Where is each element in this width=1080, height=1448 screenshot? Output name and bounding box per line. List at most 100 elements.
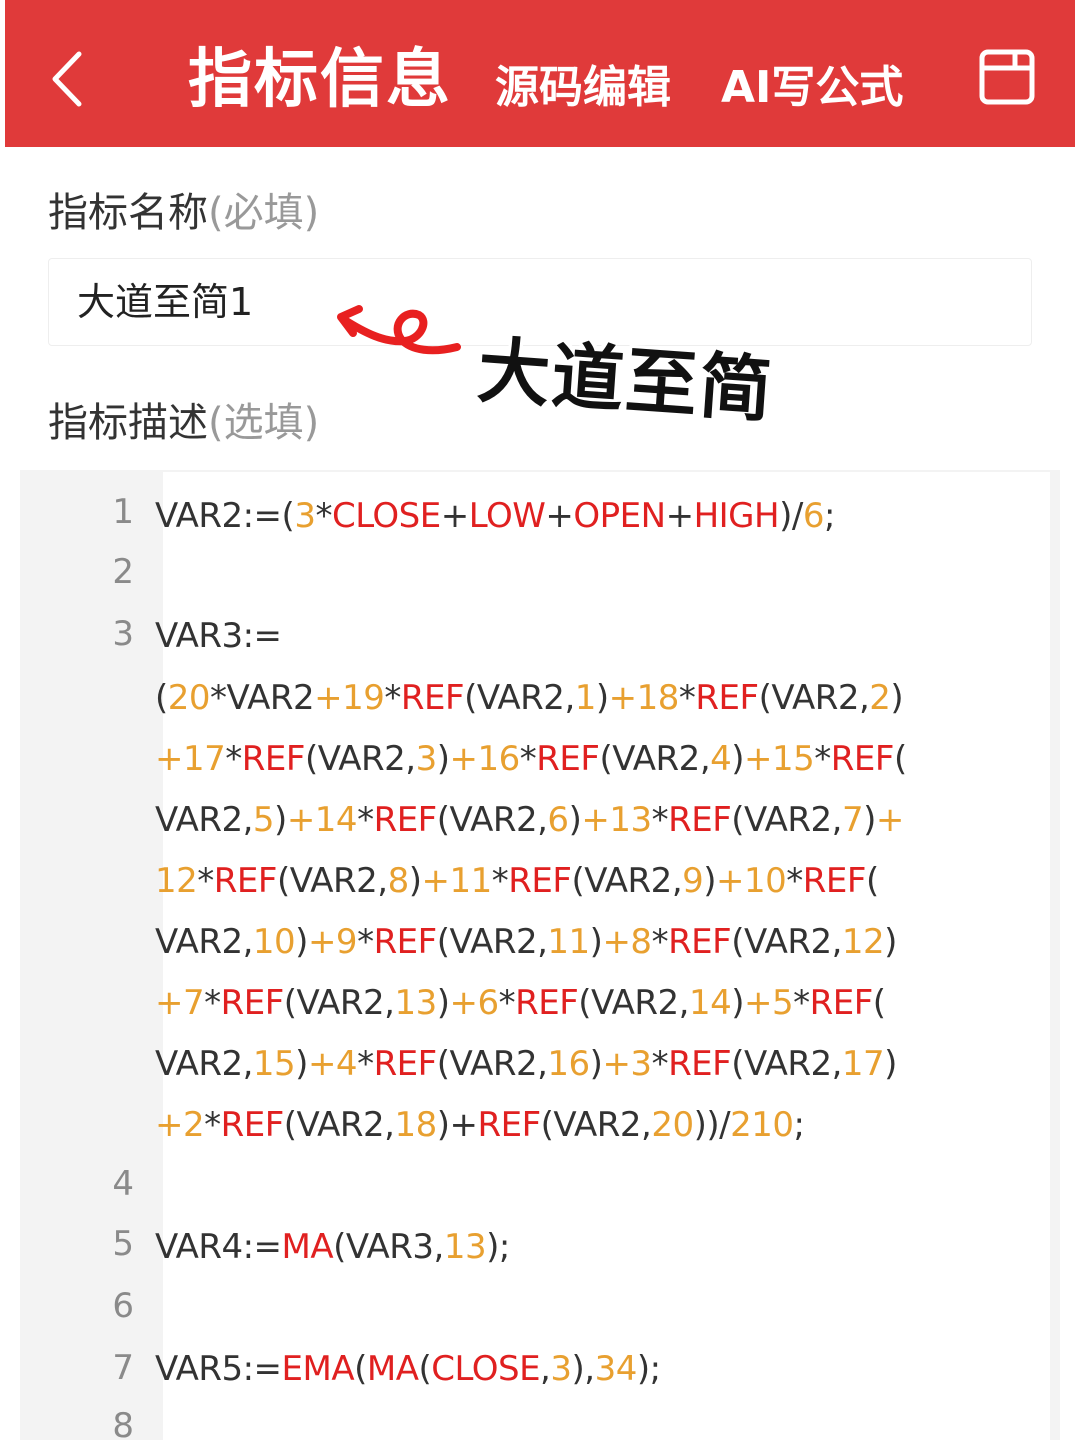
code-token: 34 bbox=[594, 1349, 638, 1389]
code-token: +10 bbox=[716, 861, 787, 901]
code-token: * bbox=[678, 678, 696, 718]
code-token: (VAR2, bbox=[436, 1044, 548, 1084]
back-button[interactable] bbox=[45, 48, 95, 110]
code-token: * bbox=[357, 1044, 374, 1084]
code-line: VAR2,5)+14*REF(VAR2,6)+13*REF(VAR2,7)+ bbox=[155, 798, 904, 842]
code-token: ( bbox=[354, 1349, 367, 1389]
code-token: +5 bbox=[744, 983, 794, 1023]
code-token: 6 bbox=[547, 800, 569, 840]
code-token: REF bbox=[809, 983, 874, 1023]
code-token: +11 bbox=[421, 861, 493, 901]
code-token: (VAR2, bbox=[436, 800, 548, 840]
code-token: +6 bbox=[449, 983, 500, 1023]
code-token: REF bbox=[373, 922, 438, 962]
tab-source-edit[interactable]: 源码编辑 bbox=[495, 58, 671, 118]
code-token: +3 bbox=[602, 1044, 652, 1084]
code-token: )+ bbox=[436, 1105, 478, 1145]
code-token: 18 bbox=[394, 1105, 437, 1145]
code-token: ) bbox=[731, 739, 745, 779]
code-token: VAR4:= bbox=[155, 1227, 282, 1267]
code-token: 13 bbox=[394, 983, 437, 1023]
code-line: +2*REF(VAR2,18)+REF(VAR2,20))/210; bbox=[155, 1103, 805, 1147]
code-token: +2 bbox=[155, 1105, 205, 1145]
code-token: +4 bbox=[307, 1044, 358, 1084]
code-token: ( bbox=[865, 861, 879, 901]
code-token: ) bbox=[731, 983, 744, 1023]
desc-label: 指标描述(选填) bbox=[48, 396, 319, 450]
code-token: 20 bbox=[651, 1105, 694, 1145]
code-token: REF bbox=[373, 800, 438, 840]
chevron-left-icon bbox=[52, 51, 82, 107]
tab-ai-formula[interactable]: AI写公式 bbox=[721, 58, 903, 118]
code-token: 2 bbox=[869, 678, 891, 718]
code-line: +7*REF(VAR2,13)+6*REF(VAR2,14)+5*REF( bbox=[155, 981, 886, 1025]
code-token: MA bbox=[366, 1349, 419, 1389]
code-token: REF bbox=[373, 1044, 438, 1084]
code-token: * bbox=[357, 922, 374, 962]
code-token: +7 bbox=[155, 983, 205, 1023]
code-line: VAR3:= bbox=[155, 614, 282, 658]
code-token: VAR2, bbox=[155, 800, 253, 840]
code-token: REF bbox=[830, 739, 895, 779]
code-token: * bbox=[651, 1044, 669, 1084]
code-token: ); bbox=[636, 1349, 661, 1389]
code-token: (VAR3, bbox=[333, 1227, 444, 1267]
code-token: * bbox=[651, 922, 669, 962]
code-token: (VAR2, bbox=[731, 1044, 842, 1084]
code-token: 11 bbox=[547, 922, 590, 962]
code-token: ; bbox=[823, 496, 835, 536]
code-token: ) bbox=[595, 678, 609, 718]
code-token: +14 bbox=[286, 800, 358, 840]
code-token: MA bbox=[281, 1227, 334, 1267]
code-line: VAR2:=(3*CLOSE+LOW+OPEN+HIGH)/6; bbox=[155, 494, 835, 538]
code-token: * bbox=[498, 983, 516, 1023]
code-token: * bbox=[491, 861, 509, 901]
code-token: 5 bbox=[252, 800, 275, 840]
code-token: LOW bbox=[468, 496, 546, 536]
code-token: REF bbox=[515, 983, 579, 1023]
code-token: REF bbox=[695, 678, 759, 718]
code-token: REF bbox=[536, 739, 600, 779]
code-token: 3 bbox=[550, 1349, 572, 1389]
code-line: 12*REF(VAR2,8)+11*REF(VAR2,9)+10*REF( bbox=[155, 859, 879, 903]
code-token: 13 bbox=[443, 1227, 487, 1267]
save-button[interactable] bbox=[977, 46, 1039, 108]
code-token: ) bbox=[274, 800, 287, 840]
code-line: VAR2,10)+9*REF(VAR2,11)+8*REF(VAR2,12) bbox=[155, 920, 897, 964]
code-token: * bbox=[357, 800, 374, 840]
code-token: (VAR2, bbox=[304, 739, 416, 779]
code-token: 15 bbox=[252, 1044, 296, 1084]
code-token: 14 bbox=[688, 983, 732, 1023]
code-token: EMA bbox=[281, 1349, 355, 1389]
code-token: 6 bbox=[802, 496, 825, 536]
code-token: ); bbox=[486, 1227, 510, 1267]
code-token: +13 bbox=[581, 800, 652, 840]
code-token: REF bbox=[220, 1105, 285, 1145]
line-number: 8 bbox=[112, 1406, 134, 1446]
code-token: ( bbox=[872, 983, 886, 1023]
code-token: * bbox=[204, 1105, 221, 1145]
code-token: + bbox=[440, 496, 470, 536]
code-token: ) bbox=[703, 861, 717, 901]
code-token: * bbox=[384, 678, 401, 718]
name-label-hint: (必填) bbox=[208, 190, 320, 236]
code-token: * bbox=[519, 739, 537, 779]
indicator-name-value: 大道至简1 bbox=[77, 280, 254, 324]
code-token: 20 bbox=[167, 678, 211, 718]
code-token: (VAR2, bbox=[571, 861, 683, 901]
desc-label-text: 指标描述 bbox=[48, 400, 208, 446]
code-token: VAR2, bbox=[155, 1044, 253, 1084]
code-token: (VAR2, bbox=[436, 922, 548, 962]
code-token: REF bbox=[668, 1044, 732, 1084]
code-token: 3 bbox=[415, 739, 438, 779]
code-line: +17*REF(VAR2,3)+16*REF(VAR2,4)+15*REF( bbox=[155, 737, 907, 781]
code-token: ) bbox=[436, 983, 450, 1023]
code-token: ; bbox=[793, 1105, 805, 1145]
code-token: ) bbox=[589, 1044, 603, 1084]
code-token: * bbox=[204, 983, 221, 1023]
line-number: 2 bbox=[112, 552, 134, 592]
code-token: ) bbox=[436, 739, 450, 779]
code-token: VAR2:=( bbox=[155, 496, 295, 536]
code-token: (VAR2, bbox=[758, 678, 870, 718]
code-token: +16 bbox=[449, 739, 521, 779]
